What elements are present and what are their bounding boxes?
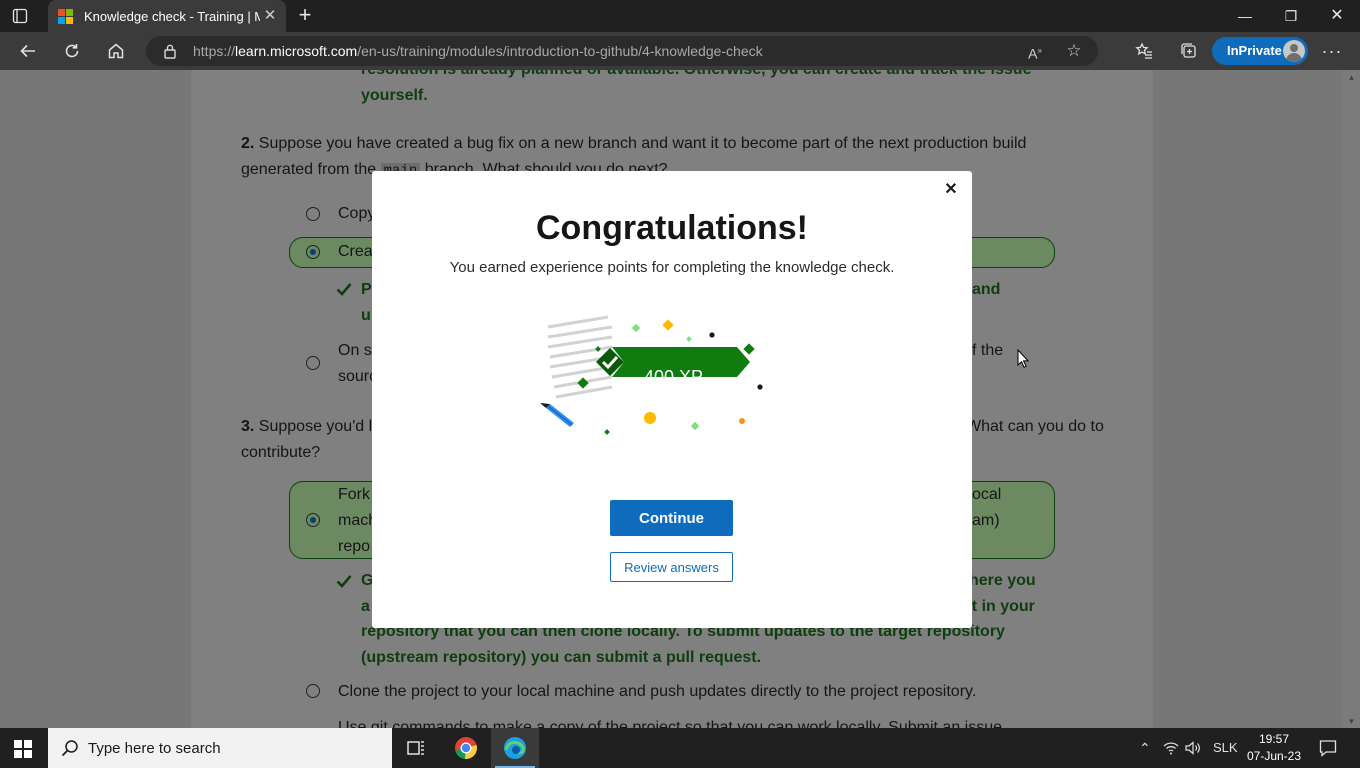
q2-option1-radio[interactable] bbox=[306, 207, 320, 221]
checkmark-icon bbox=[336, 283, 352, 296]
dialog-title: Congratulations! bbox=[536, 209, 808, 247]
continue-button[interactable]: Continue bbox=[610, 500, 733, 536]
show-hidden-icons-chevron[interactable]: ⌃ bbox=[1139, 740, 1151, 757]
search-icon bbox=[61, 740, 78, 757]
review-answers-button[interactable]: Review answers bbox=[610, 552, 733, 582]
q2-feedback-line1: P bbox=[361, 281, 372, 298]
microsoft-logo-icon bbox=[58, 8, 73, 24]
q3-feedback-line4: (upstream repository) you can submit a p… bbox=[361, 649, 762, 666]
notifications-icon[interactable] bbox=[1319, 739, 1337, 757]
more-options-icon[interactable]: ··· bbox=[1317, 37, 1347, 65]
taskbar-search-box[interactable]: Type here to search bbox=[48, 728, 392, 768]
lock-icon[interactable] bbox=[163, 43, 177, 59]
q3-option2-radio[interactable] bbox=[306, 684, 320, 698]
restore-icon[interactable]: ❐ bbox=[1268, 0, 1314, 32]
q3-option1-radio[interactable] bbox=[306, 513, 320, 527]
tab-title: Knowledge check - Training | Mic bbox=[84, 8, 260, 24]
favorites-icon[interactable] bbox=[1129, 37, 1159, 65]
xp-badge-label: 400 XP bbox=[644, 367, 704, 387]
close-window-icon[interactable]: ✕ bbox=[1314, 0, 1360, 32]
collections-icon[interactable] bbox=[1173, 37, 1203, 65]
pencil-icon bbox=[540, 403, 574, 427]
read-aloud-icon[interactable]: A» bbox=[1023, 40, 1047, 62]
mouse-cursor-icon bbox=[1017, 349, 1029, 368]
q3-feedback-line2: a bbox=[361, 598, 370, 615]
favorite-star-icon[interactable]: ☆ bbox=[1062, 40, 1086, 62]
q2-feedback-right: and bbox=[972, 281, 1001, 298]
edge-icon[interactable] bbox=[491, 728, 539, 768]
q2-option1-label: Copy bbox=[338, 205, 376, 222]
q3-option1-right1: ocal bbox=[972, 486, 1002, 503]
system-clock[interactable]: 19:57 07-Jun-23 bbox=[1236, 731, 1312, 765]
search-placeholder: Type here to search bbox=[88, 740, 221, 757]
url-text[interactable]: https://learn.microsoft.com/en-us/traini… bbox=[193, 43, 763, 59]
back-icon[interactable] bbox=[13, 37, 43, 65]
question-3-line2: contribute? bbox=[241, 444, 321, 461]
q3-option1-line3: repo bbox=[338, 538, 371, 555]
q3-option2-label: Clone the project to your local machine … bbox=[338, 683, 977, 700]
congratulations-dialog: ✕ Congratulations! You earned experience… bbox=[372, 171, 972, 628]
q2-option2-radio[interactable] bbox=[306, 245, 320, 259]
home-icon[interactable] bbox=[101, 37, 131, 65]
page-scrollbar[interactable]: ▲ ▼ bbox=[1343, 70, 1360, 728]
q2-feedback-line2: u bbox=[361, 307, 371, 324]
checkmark-icon bbox=[336, 575, 352, 588]
question-3-line1-right: What can you do to bbox=[966, 418, 1104, 435]
input-language[interactable]: SLK bbox=[1213, 740, 1238, 755]
dialog-subtitle: You earned experience points for complet… bbox=[449, 259, 895, 276]
q1-feedback-line1: resolution is already planned or availab… bbox=[361, 70, 1031, 83]
tab-actions-icon[interactable] bbox=[12, 8, 28, 24]
browser-toolbar: https://learn.microsoft.com/en-us/traini… bbox=[0, 32, 1360, 70]
q2-option3-radio[interactable] bbox=[306, 356, 320, 370]
clock-date: 07-Jun-23 bbox=[1246, 749, 1302, 763]
windows-start-icon[interactable] bbox=[14, 740, 32, 758]
tab-bar: Knowledge check - Training | Mic ✕ + — ❐… bbox=[0, 0, 1360, 32]
scroll-up-icon[interactable]: ▲ bbox=[1343, 73, 1360, 82]
browser-tab-active[interactable]: Knowledge check - Training | Mic ✕ bbox=[48, 0, 286, 32]
q3-option1-line1: Fork bbox=[338, 486, 370, 503]
q2-option3-right: f the bbox=[972, 342, 1004, 359]
profile-avatar-icon bbox=[1283, 40, 1305, 62]
question-3-line1: 3. Suppose you'd l bbox=[241, 418, 373, 435]
refresh-icon[interactable] bbox=[57, 37, 87, 65]
clock-time: 19:57 bbox=[1258, 732, 1290, 746]
wifi-icon[interactable] bbox=[1163, 741, 1179, 755]
close-tab-icon[interactable]: ✕ bbox=[260, 6, 280, 26]
q3-option3-partial: Use git commands to make a copy of the p… bbox=[338, 719, 1003, 728]
task-view-icon[interactable] bbox=[392, 728, 440, 768]
inprivate-label: InPrivate bbox=[1227, 43, 1282, 58]
close-dialog-icon[interactable]: ✕ bbox=[942, 181, 960, 199]
q1-feedback-line2: yourself. bbox=[361, 87, 428, 104]
chrome-icon[interactable] bbox=[442, 728, 490, 768]
scroll-down-icon[interactable]: ▼ bbox=[1343, 717, 1360, 726]
new-tab-icon[interactable]: + bbox=[294, 4, 316, 27]
question-2-line1: 2. Suppose you have created a bug fix on… bbox=[241, 135, 1027, 152]
minimize-icon[interactable]: — bbox=[1222, 0, 1268, 32]
q3-option1-right2: am) bbox=[972, 512, 1000, 529]
inprivate-button[interactable]: InPrivate bbox=[1212, 37, 1308, 65]
windows-taskbar: Type here to search ⌃ SLK 19:57 07-Jun-2… bbox=[0, 728, 1360, 768]
volume-icon[interactable] bbox=[1185, 741, 1201, 755]
address-bar[interactable]: https://learn.microsoft.com/en-us/traini… bbox=[146, 36, 1098, 66]
q3-feedback-right1: here you bbox=[969, 572, 1036, 589]
